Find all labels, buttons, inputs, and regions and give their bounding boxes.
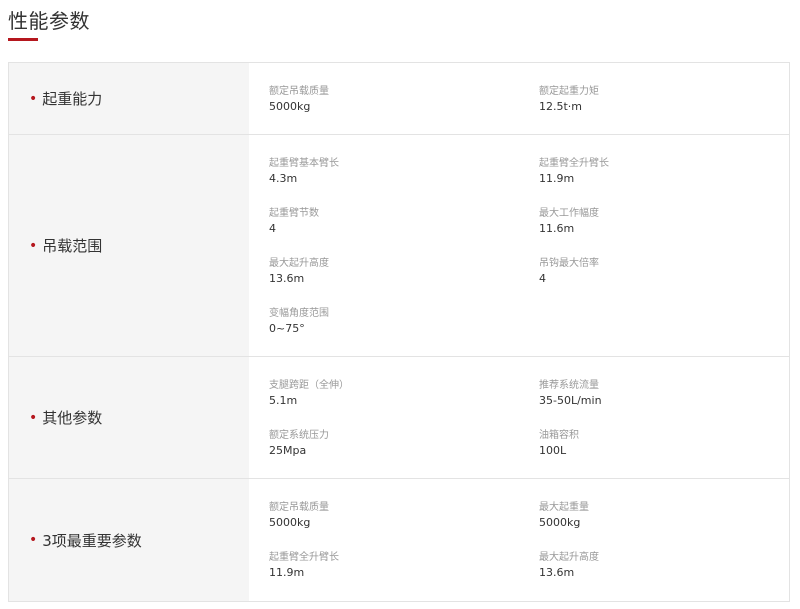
group-params: 额定吊载质量 5000kg 额定起重力矩 12.5t·m xyxy=(249,63,789,134)
param-name: 最大起升高度 xyxy=(539,552,599,563)
param-name: 最大起重量 xyxy=(539,502,589,513)
param-name: 起重臂全升臂长 xyxy=(269,552,339,563)
param-name: 最大工作幅度 xyxy=(539,208,599,219)
param-name: 起重臂节数 xyxy=(269,208,319,219)
param-name: 额定吊载质量 xyxy=(269,502,329,513)
param-name: 吊钩最大倍率 xyxy=(539,258,599,269)
param-name: 额定吊载质量 xyxy=(269,86,329,97)
param-item: 油箱容积 100L xyxy=(539,429,789,479)
group-label: • 其他参数 xyxy=(9,357,249,478)
title-underline xyxy=(8,38,38,41)
param-item: 最大工作幅度 11.6m xyxy=(539,207,789,257)
bullet-icon: • xyxy=(29,532,38,548)
param-item: 起重臂基本臂长 4.3m xyxy=(269,157,539,207)
param-item: 变幅角度范围 0~75° xyxy=(269,307,539,357)
bullet-icon: • xyxy=(29,90,38,107)
param-item: 额定起重力矩 12.5t·m xyxy=(539,85,789,135)
param-item: 起重臂节数 4 xyxy=(269,207,539,257)
param-item: 起重臂全升臂长 11.9m xyxy=(539,157,789,207)
param-value: 11.6m xyxy=(539,222,575,235)
param-value: 5000kg xyxy=(269,100,311,113)
param-item: 吊钩最大倍率 4 xyxy=(539,257,789,307)
group-params: 额定吊载质量 5000kg 最大起重量 5000kg 起重臂全升臂长 11.9m… xyxy=(249,479,789,601)
bullet-icon: • xyxy=(29,237,38,254)
group-params: 支腿跨距（全伸） 5.1m 推荐系统流量 35-50L/min 额定系统压力 2… xyxy=(249,357,789,478)
spec-group-key-params: • 3项最重要参数 额定吊载质量 5000kg 最大起重量 5000kg 起重臂… xyxy=(9,479,789,601)
bullet-icon: • xyxy=(29,409,38,426)
group-label: • 吊载范围 xyxy=(9,135,249,356)
param-name: 起重臂全升臂长 xyxy=(539,158,609,169)
param-value: 5.1m xyxy=(269,394,298,407)
param-name: 支腿跨距（全伸） xyxy=(269,380,349,391)
param-value: 13.6m xyxy=(269,272,305,285)
param-value: 12.5t·m xyxy=(539,100,583,113)
param-name: 变幅角度范围 xyxy=(269,308,329,319)
spec-group-other-params: • 其他参数 支腿跨距（全伸） 5.1m 推荐系统流量 35-50L/min 额… xyxy=(9,357,789,479)
param-value: 11.9m xyxy=(539,172,575,185)
group-label-text: 其他参数 xyxy=(42,409,103,427)
group-label: • 3项最重要参数 xyxy=(9,479,249,601)
param-name: 最大起升高度 xyxy=(269,258,329,269)
spec-group-lifting-capacity: • 起重能力 额定吊载质量 5000kg 额定起重力矩 12.5t·m xyxy=(9,63,789,135)
param-item: 起重臂全升臂长 11.9m xyxy=(269,551,539,601)
param-name: 推荐系统流量 xyxy=(539,380,599,391)
param-value: 4 xyxy=(539,272,546,285)
param-value: 4.3m xyxy=(269,172,298,185)
group-params: 起重臂基本臂长 4.3m 起重臂全升臂长 11.9m 起重臂节数 4 最大工作幅… xyxy=(249,135,789,356)
group-label: • 起重能力 xyxy=(9,63,249,134)
group-label-text: 3项最重要参数 xyxy=(42,531,142,550)
param-item: 额定吊载质量 5000kg xyxy=(269,85,539,135)
param-item: 最大起升高度 13.6m xyxy=(539,551,789,601)
spec-group-lifting-range: • 吊载范围 起重臂基本臂长 4.3m 起重臂全升臂长 11.9m 起重臂节数 … xyxy=(9,135,789,357)
param-value: 35-50L/min xyxy=(539,394,602,407)
param-item: 最大起升高度 13.6m xyxy=(269,257,539,307)
param-value: 100L xyxy=(539,444,567,457)
param-name: 油箱容积 xyxy=(539,430,579,441)
param-item: 支腿跨距（全伸） 5.1m xyxy=(269,379,539,429)
group-label-text: 吊载范围 xyxy=(42,237,103,255)
group-label-text: 起重能力 xyxy=(42,90,103,108)
param-value: 0~75° xyxy=(269,322,305,335)
param-value: 5000kg xyxy=(269,516,311,529)
spec-table: • 起重能力 额定吊载质量 5000kg 额定起重力矩 12.5t·m • 吊载… xyxy=(8,62,790,602)
param-item: 额定吊载质量 5000kg xyxy=(269,501,539,551)
param-name: 起重臂基本臂长 xyxy=(269,158,339,169)
param-item: 推荐系统流量 35-50L/min xyxy=(539,379,789,429)
param-value: 5000kg xyxy=(539,516,581,529)
param-value: 25Mpa xyxy=(269,444,307,457)
param-value: 11.9m xyxy=(269,566,305,579)
param-name: 额定起重力矩 xyxy=(539,86,599,97)
param-item: 额定系统压力 25Mpa xyxy=(269,429,539,479)
param-value: 4 xyxy=(269,222,276,235)
param-item: 最大起重量 5000kg xyxy=(539,501,789,551)
param-name: 额定系统压力 xyxy=(269,430,329,441)
section-title: 性能参数 xyxy=(8,9,90,33)
param-value: 13.6m xyxy=(539,566,575,579)
